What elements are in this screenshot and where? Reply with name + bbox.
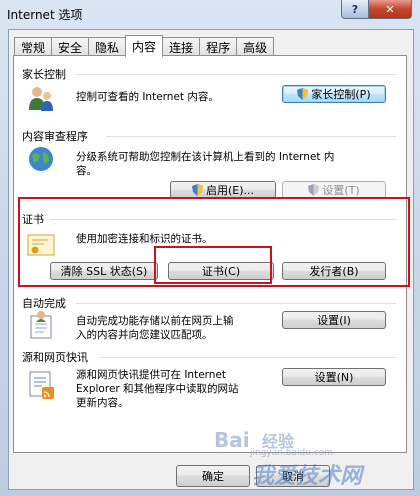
watermark-site: jingyan.baidu.com xyxy=(250,448,334,458)
ok-button[interactable]: 确定 xyxy=(176,465,250,487)
title-buttons: ? ✕ xyxy=(341,0,412,19)
globe-icon xyxy=(29,147,53,171)
feeds-desc-line2: Explorer 和其他程序中读取的网站 xyxy=(76,383,239,395)
tab-programs[interactable]: 程序 xyxy=(199,37,238,56)
advisor-settings-button-label: 设置(T) xyxy=(322,184,360,197)
autocomplete-icon xyxy=(30,311,52,339)
tab-privacy[interactable]: 隐私 xyxy=(88,37,127,56)
tab-security[interactable]: 安全 xyxy=(51,37,90,56)
autocomplete-title: 自动完成 xyxy=(22,295,70,311)
close-button[interactable]: ✕ xyxy=(369,0,412,19)
parental-controls-icon xyxy=(29,87,53,111)
parental-controls-button-label: 家长控制(P) xyxy=(311,88,371,101)
separator xyxy=(100,357,396,358)
enable-button-label: 启用(E)... xyxy=(205,184,255,197)
title-bar: Internet 选项 ? ✕ xyxy=(0,0,420,28)
parental-controls-title: 家长控制 xyxy=(22,66,70,82)
window-title: Internet 选项 xyxy=(7,8,83,22)
separator xyxy=(106,136,396,137)
autocomplete-desc-line2: 入的内容并向您建议匹配项。 xyxy=(76,329,213,341)
autocomplete-settings-button[interactable]: 设置(I) xyxy=(282,311,386,329)
feeds-desc-line3: 更新内容。 xyxy=(76,397,129,409)
tab-connections[interactable]: 连接 xyxy=(162,37,201,56)
parental-controls-desc: 控制可查看的 Internet 内容。 xyxy=(76,91,219,103)
autocomplete-desc-line1: 自动完成功能存储以前在网页上输 xyxy=(76,315,234,327)
feeds-icon xyxy=(29,371,54,399)
feeds-title: 源和网页快讯 xyxy=(22,349,92,365)
content-advisor-desc-line2: 容。 xyxy=(76,165,97,177)
separator xyxy=(76,303,396,304)
content-advisor-title: 内容审查程序 xyxy=(22,128,92,144)
uac-shield-icon xyxy=(191,184,203,196)
separator xyxy=(76,74,396,75)
parental-controls-button[interactable]: 家长控制(P) xyxy=(282,85,386,103)
watermark-overlay: 我爱技术网 xyxy=(252,464,363,489)
tab-content[interactable]: 内容 xyxy=(125,35,164,57)
uac-shield-icon xyxy=(308,184,320,196)
content-advisor-desc-line1: 分级系统可帮助您控制在该计算机上看到的 Internet 内 xyxy=(76,151,335,163)
tab-advanced[interactable]: 高级 xyxy=(236,37,275,56)
watermark-brand: Bai xyxy=(214,428,250,452)
uac-shield-icon xyxy=(297,88,309,100)
feeds-settings-button[interactable]: 设置(N) xyxy=(282,368,386,386)
tab-strip: 常规 安全 隐私 内容 连接 程序 高级 xyxy=(14,35,275,57)
certificates-button-highlight xyxy=(154,246,272,284)
tab-general[interactable]: 常规 xyxy=(14,37,53,56)
internet-options-window: Internet 选项 ? ✕ 常规 安全 隐私 内容 连接 程序 高级 家长控… xyxy=(0,0,420,496)
feeds-desc-line1: 源和网页快讯提供可在 Internet xyxy=(76,369,227,381)
help-button[interactable]: ? xyxy=(341,0,369,19)
